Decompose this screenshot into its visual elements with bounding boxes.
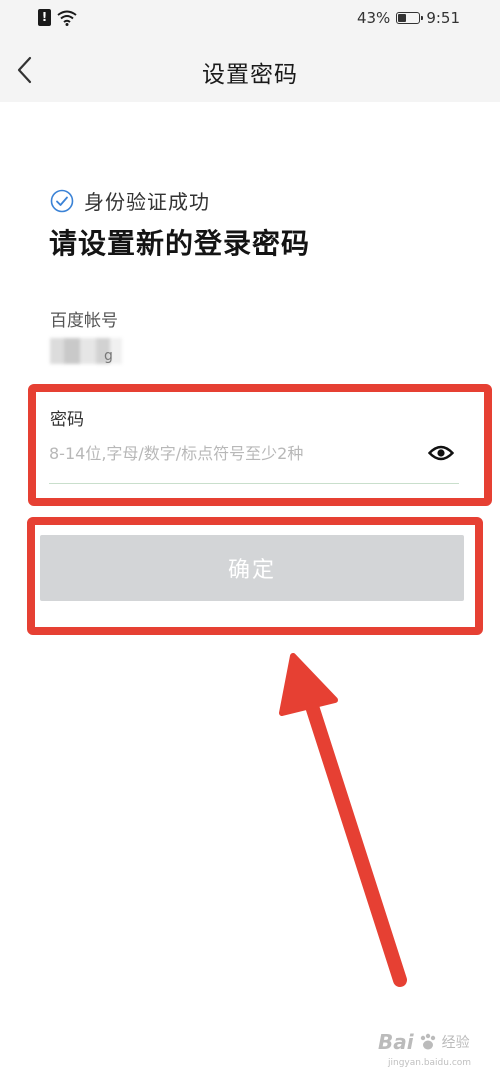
watermark: Bai 经验 [378,1030,470,1054]
clock: 9:51 [426,9,460,27]
wifi-icon [57,10,77,26]
watermark-url: jingyan.baidu.com [388,1058,472,1068]
watermark-logo: Bai [378,1030,414,1054]
account-value-tail: g [104,348,113,364]
nav-bar: 设置密码 [0,38,500,102]
verify-status-text: 身份验证成功 [84,190,210,214]
highlight-box-confirm [27,517,483,635]
battery-icon [396,12,424,24]
alert-icon: ! [38,9,51,26]
watermark-sub: 经验 [441,1035,470,1051]
verify-status: 身份验证成功 [50,186,210,215]
check-circle-icon [50,189,74,212]
account-label: 百度帐号 [50,311,118,331]
battery-percent: 43% [356,9,391,27]
main-heading: 请设置新的登录密码 [49,227,311,260]
status-bar: ! 43% 9:51 [0,0,500,38]
battery-level [398,14,407,22]
page-title: 设置密码 [202,62,298,88]
status-left: ! [38,9,77,26]
paw-icon [420,1033,435,1050]
highlight-box-password [28,384,492,506]
status-right: 43% 9:51 [357,9,460,27]
arrow-shaft [303,693,407,987]
arrow-head [279,653,338,716]
